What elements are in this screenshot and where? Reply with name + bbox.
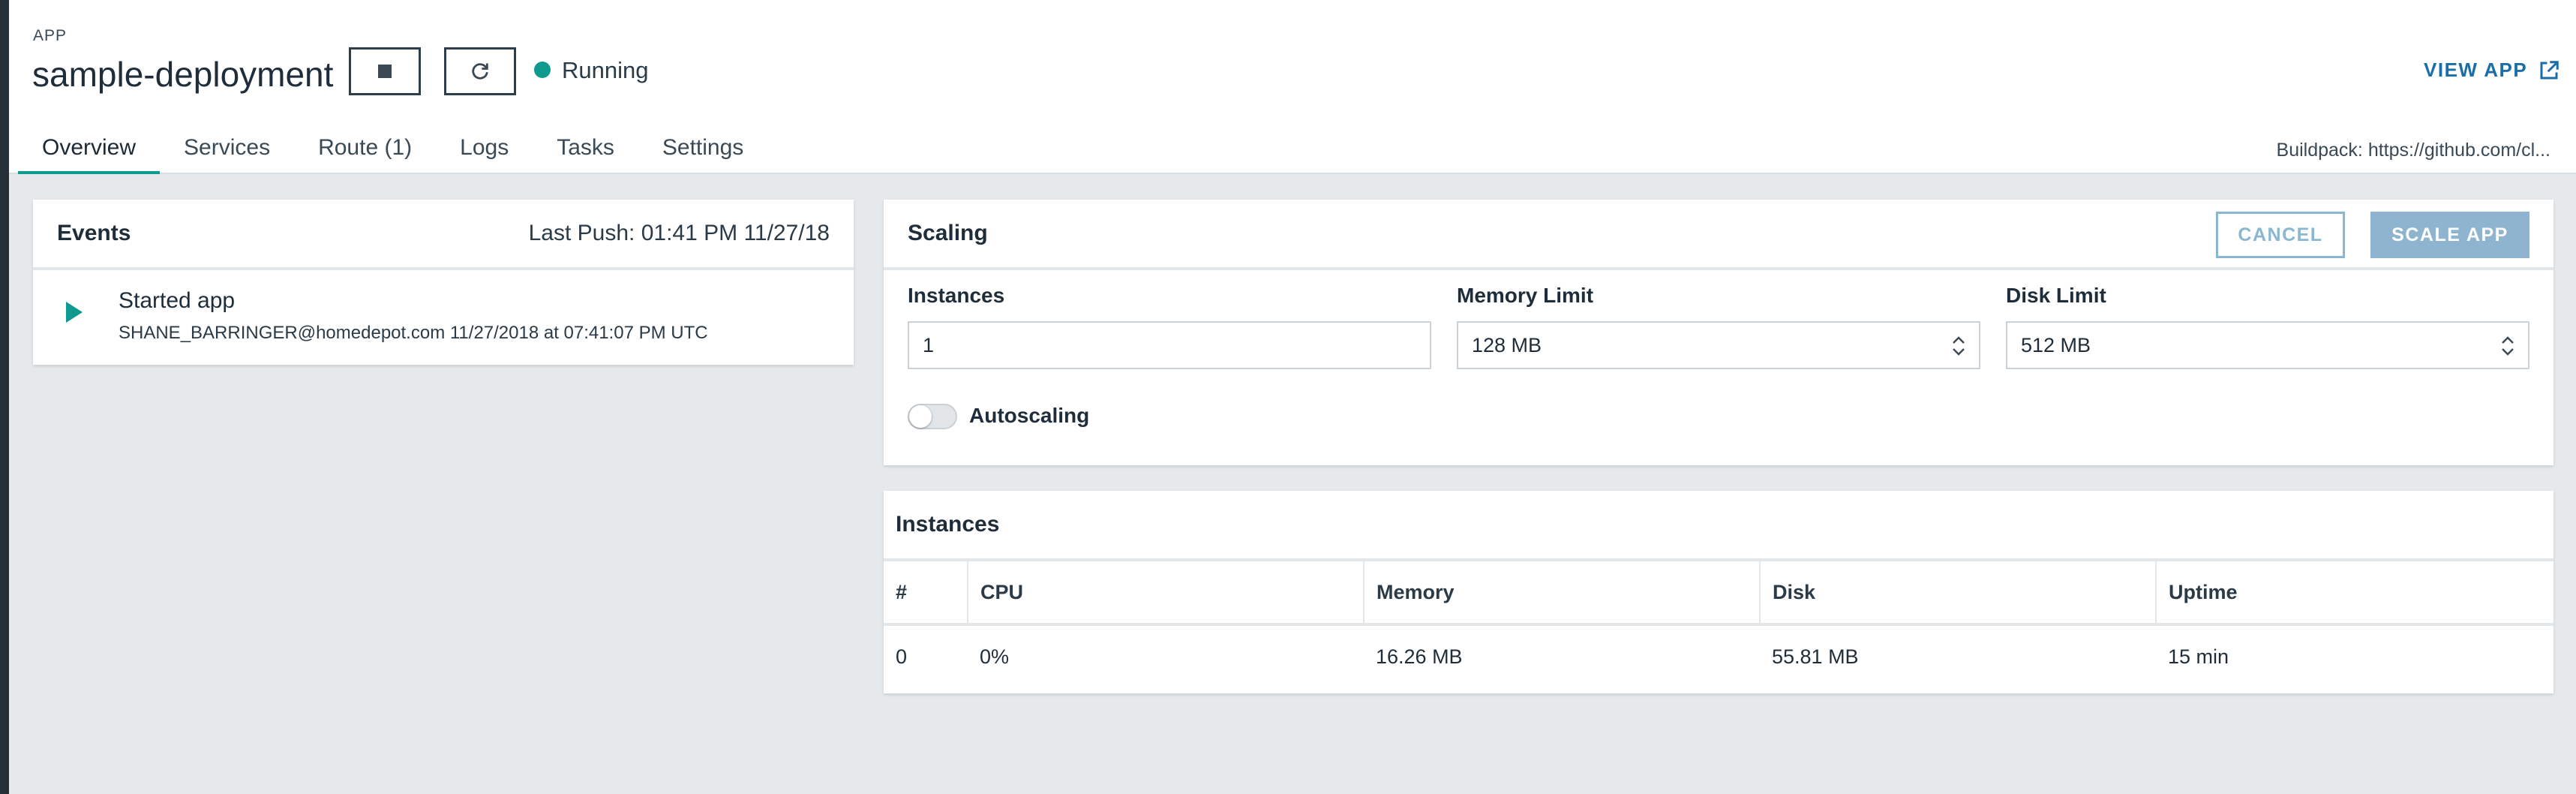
refresh-icon [472,63,488,80]
disk-limit-value: 512 MB [2021,333,2091,356]
tab-logs[interactable]: Logs [436,128,533,174]
page-title: sample-deployment [32,55,334,94]
instances-header: Instances [884,491,2553,561]
app-header: APP sample-deployment Running VIEW APP O… [9,0,2576,174]
event-meta: SHANE_BARRINGER@homedepot.com 11/27/2018… [119,323,708,343]
autoscaling-label: Autoscaling [969,404,1090,427]
events-card: Events Last Push: 01:41 PM 11/27/18 Star… [33,200,854,365]
buildpack-info: Buildpack: https://github.com/cl... [2276,140,2550,161]
play-icon [66,302,83,323]
last-push: Last Push: 01:41 PM 11/27/18 [528,221,830,245]
memory-limit-value: 128 MB [1472,333,1542,356]
memory-limit-select[interactable]: 128 MB [1457,321,1980,369]
tab-bar: Overview Services Route (1) Logs Tasks S… [18,128,767,174]
table-header-row: # CPU Memory Disk Uptime [884,561,2553,626]
status-text: Running [562,57,649,83]
view-app-label: VIEW APP [2424,59,2528,81]
tab-settings[interactable]: Settings [638,128,767,174]
restart-button[interactable] [444,47,516,95]
list-item: Started app SHANE_BARRINGER@homedepot.co… [33,270,854,344]
up-down-chevron-icon [2502,336,2514,356]
scale-app-button[interactable]: SCALE APP [2370,212,2529,258]
up-down-chevron-icon [1953,336,1965,356]
cell-index: 0 [896,645,908,668]
app-eyebrow: APP [33,27,68,44]
instances-label: Instances [908,284,1005,307]
stop-icon [378,65,392,78]
memory-limit-label: Memory Limit [1457,284,1594,307]
instances-table: # CPU Memory Disk Uptime 0 0% 16.26 MB 5… [884,561,2553,687]
scaling-card: Scaling CANCEL SCALE APP Instances 1 Mem… [884,200,2553,465]
external-link-icon [2540,60,2559,79]
event-title: Started app [119,288,236,313]
cancel-button[interactable]: CANCEL [2216,212,2345,258]
events-header: Events Last Push: 01:41 PM 11/27/18 [33,200,854,270]
disk-limit-label: Disk Limit [2006,284,2106,307]
column-header-disk: Disk [1760,561,2157,626]
toggle-knob [909,405,932,428]
cell-cpu: 0% [980,645,1010,668]
tab-route[interactable]: Route (1) [294,128,436,174]
column-header-memory: Memory [1364,561,1761,626]
events-title: Events [57,221,131,245]
autoscaling-toggle[interactable] [908,404,957,429]
view-app-link[interactable]: VIEW APP [2424,59,2560,82]
cell-disk: 55.81 MB [1772,645,1859,668]
column-header-index: # [884,561,968,626]
table-row: 0 0% 16.26 MB 55.81 MB 15 min [884,624,2553,687]
disk-limit-select[interactable]: 512 MB [2006,321,2529,369]
tab-services[interactable]: Services [160,128,294,174]
tab-overview[interactable]: Overview [18,128,161,174]
column-header-cpu: CPU [968,561,1365,626]
instances-value: 1 [923,333,935,356]
status-indicator [534,62,551,78]
left-rail [0,0,9,794]
instances-input[interactable]: 1 [908,321,1431,369]
scaling-title: Scaling [908,221,988,245]
cell-uptime: 15 min [2168,645,2229,668]
instances-title: Instances [896,512,1000,537]
instances-card: Instances # CPU Memory Disk Uptime 0 0% … [884,491,2553,693]
scaling-header: Scaling CANCEL SCALE APP [884,200,2553,270]
cell-memory: 16.26 MB [1376,645,1463,668]
column-header-uptime: Uptime [2156,561,2553,626]
stop-button[interactable] [349,47,421,95]
tab-tasks[interactable]: Tasks [533,128,638,174]
event-body: Started app SHANE_BARRINGER@homedepot.co… [119,288,708,344]
